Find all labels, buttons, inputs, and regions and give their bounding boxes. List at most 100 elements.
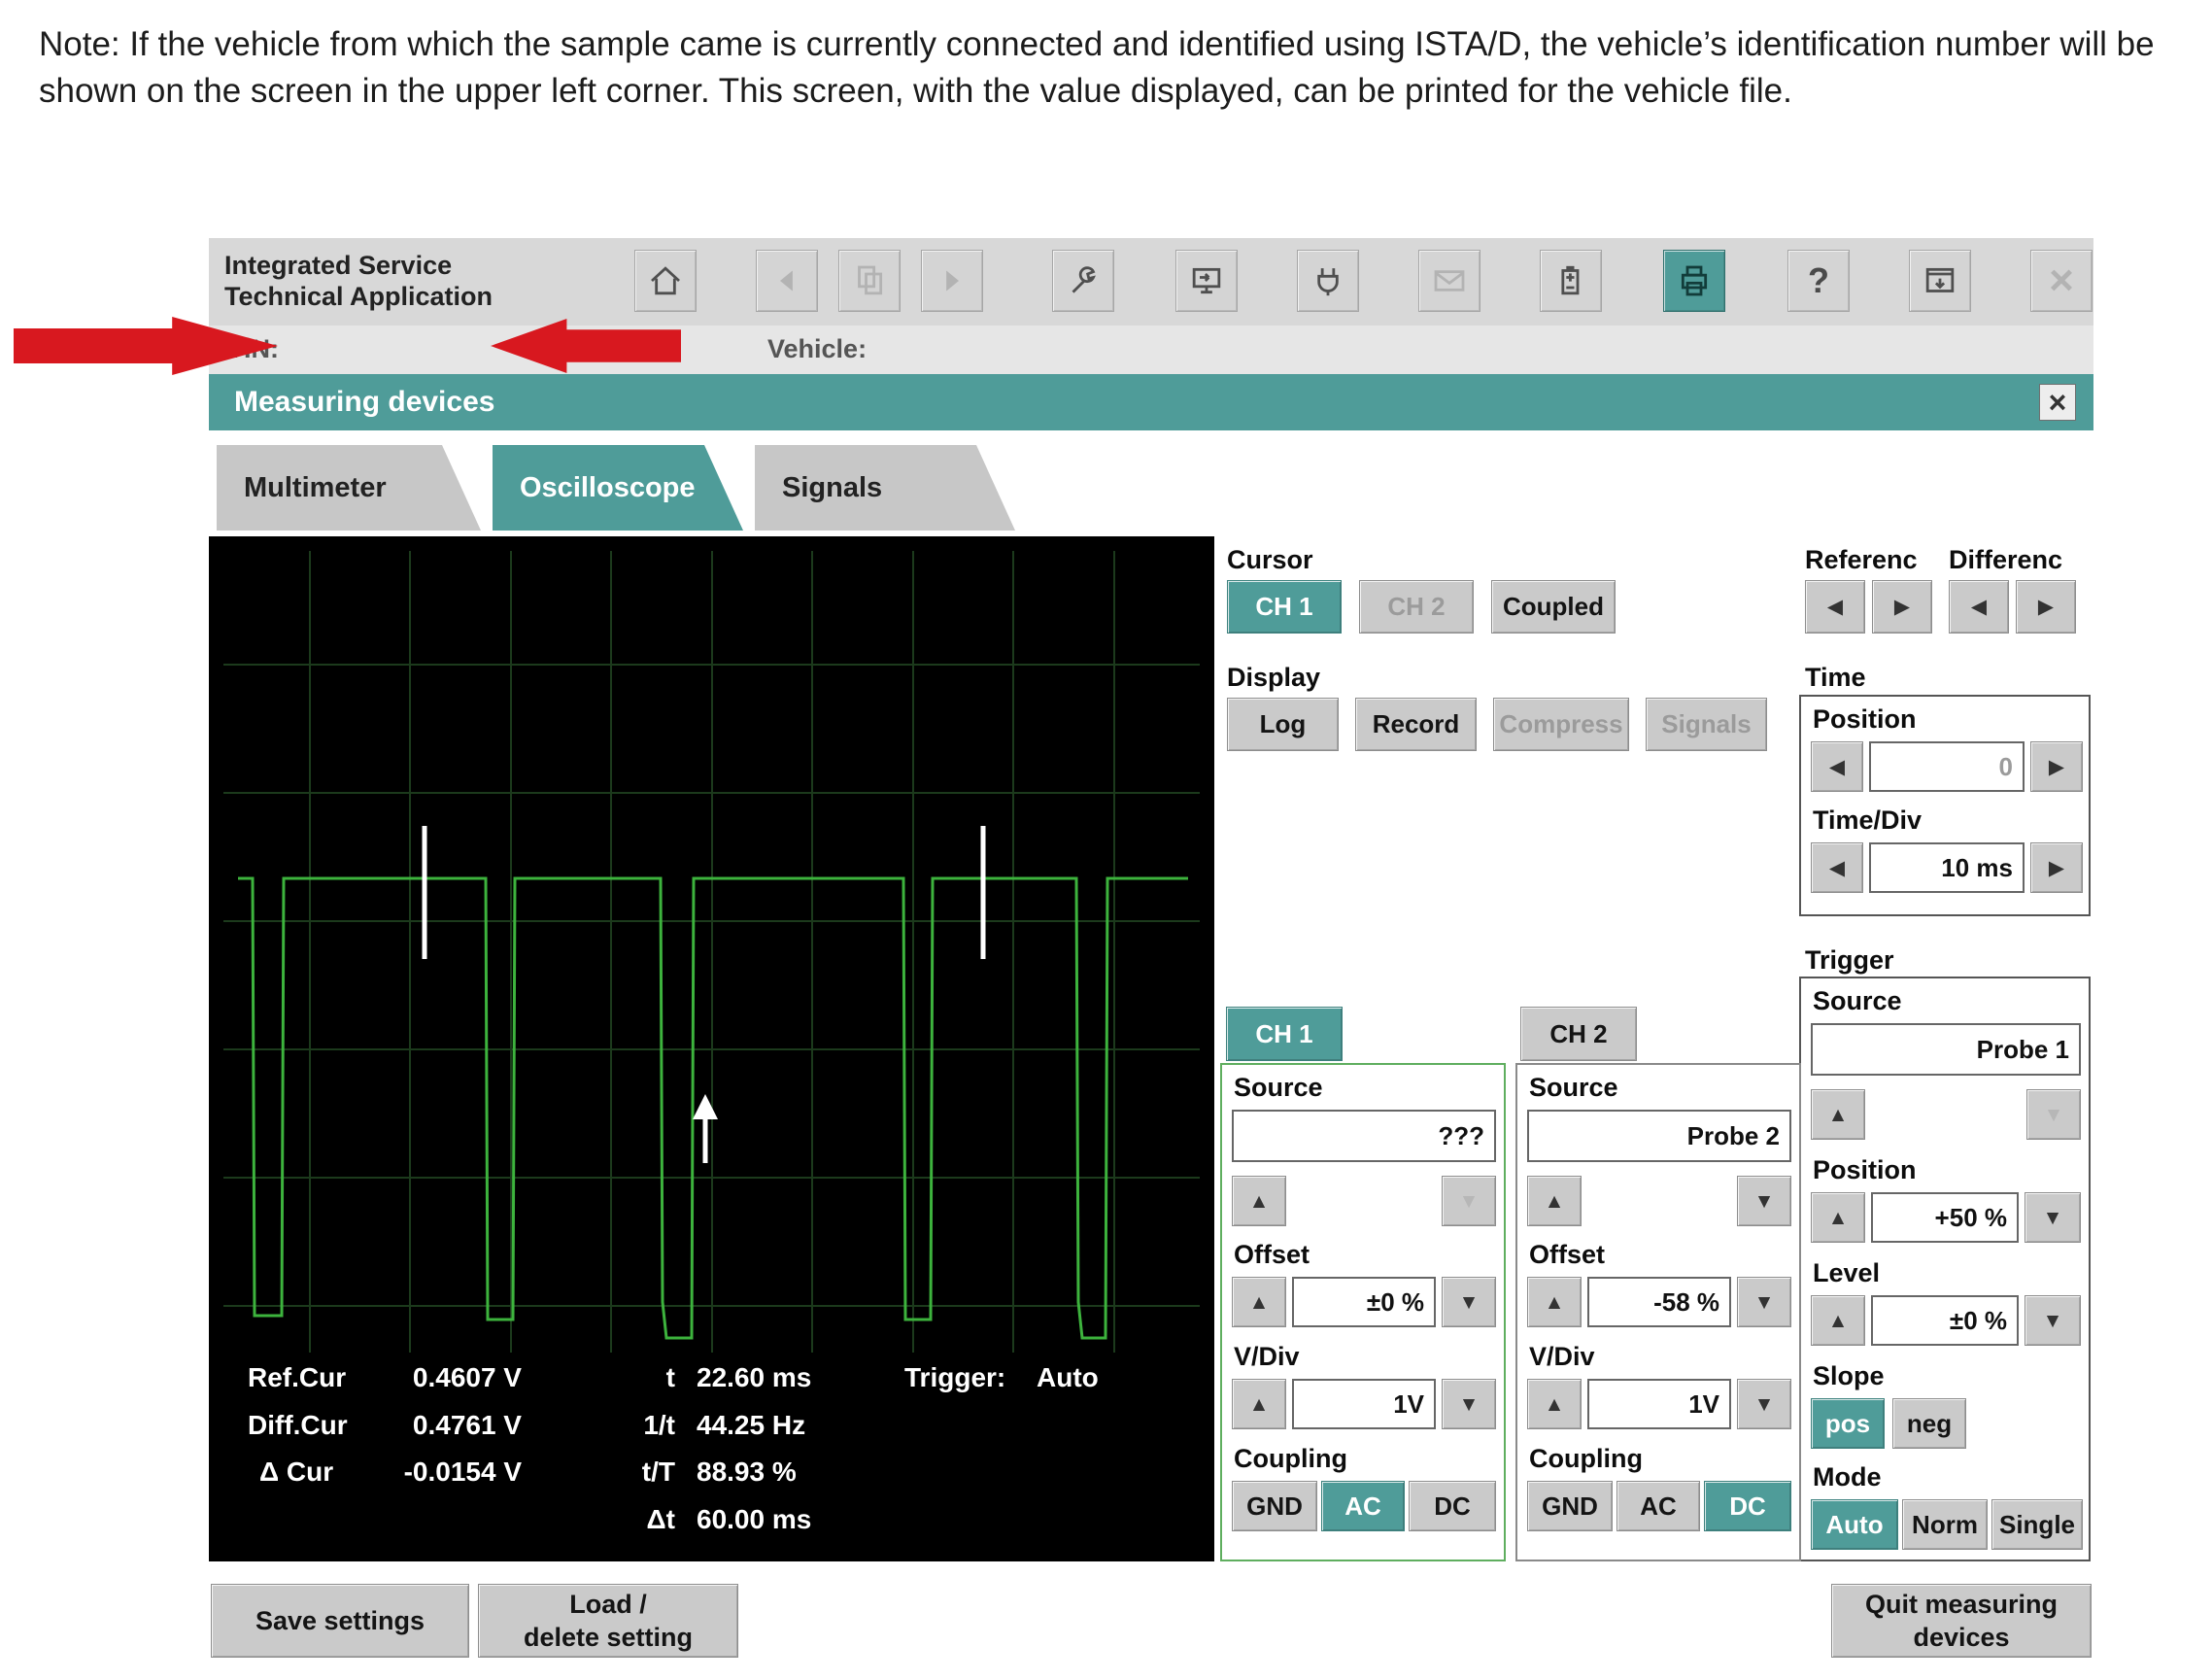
ch1-offset-label: Offset — [1234, 1240, 1310, 1270]
channel-1-tab-label: CH 1 — [1255, 1019, 1312, 1049]
trigger-mode-single-button[interactable]: Single — [1991, 1499, 2083, 1550]
ch1-coupling-dc-button[interactable]: DC — [1409, 1481, 1496, 1531]
down-arrow-icon: ▼ — [1459, 1292, 1480, 1313]
ch2-offset-down-button[interactable]: ▼ — [1737, 1277, 1791, 1327]
connector-button[interactable] — [1297, 250, 1359, 312]
ch1-vdiv-label: V/Div — [1234, 1342, 1300, 1372]
slope-pos-label: pos — [1825, 1409, 1870, 1439]
ch2-source-up-button[interactable]: ▲ — [1527, 1176, 1582, 1226]
time-position-decrease-button[interactable]: ◀ — [1811, 741, 1863, 792]
tab-multimeter-label: Multimeter — [244, 472, 387, 504]
mode-auto-label: Auto — [1825, 1510, 1883, 1540]
ch1-coupling-ac-button[interactable]: AC — [1321, 1481, 1405, 1531]
printer-icon — [1674, 260, 1715, 301]
ch2-vdiv-value: 1V — [1688, 1389, 1719, 1420]
ch1-source-field[interactable]: ??? — [1232, 1110, 1496, 1162]
home-button[interactable] — [634, 250, 697, 312]
left-arrow-icon: ◀ — [1827, 597, 1843, 617]
battery-button[interactable] — [1540, 250, 1602, 312]
difference-label: Differenc — [1949, 545, 2062, 575]
time-div-decrease-button[interactable]: ◀ — [1811, 842, 1863, 893]
reference-prev-button[interactable]: ◀ — [1805, 580, 1865, 634]
time-div-label: Time/Div — [1813, 806, 1922, 836]
ch1-coupling-gnd-button[interactable]: GND — [1232, 1481, 1317, 1531]
difference-next-button[interactable]: ▶ — [2016, 580, 2076, 634]
ch1-offset-down-button[interactable]: ▼ — [1442, 1277, 1496, 1327]
ch1-offset-up-button[interactable]: ▲ — [1232, 1277, 1286, 1327]
print-button[interactable] — [1663, 250, 1725, 312]
right-arrow-icon: ▶ — [2038, 597, 2054, 617]
cursor-coupled-button[interactable]: Coupled — [1491, 580, 1616, 634]
channel-1-tab[interactable]: CH 1 — [1226, 1007, 1343, 1061]
reading-value: 0.4761 V — [316, 1410, 522, 1441]
ch2-offset-up-button[interactable]: ▲ — [1527, 1277, 1582, 1327]
close-icon: × — [2049, 385, 2067, 421]
forward-button — [921, 250, 983, 312]
tab-oscilloscope[interactable]: Oscilloscope — [493, 445, 743, 531]
app-title-line1: Integrated Service — [224, 250, 493, 281]
trigger-position-up-button[interactable]: ▲ — [1811, 1192, 1865, 1243]
ch2-coupling-dc-button[interactable]: DC — [1704, 1481, 1791, 1531]
ch2-vdiv-label: V/Div — [1529, 1342, 1595, 1372]
trigger-position-down-button[interactable]: ▼ — [2025, 1192, 2081, 1243]
tab-multimeter[interactable]: Multimeter — [217, 445, 481, 531]
minimize-window-button[interactable] — [1909, 250, 1971, 312]
cursor-ch1-button[interactable]: CH 1 — [1227, 580, 1342, 634]
workshop-wrench-button[interactable] — [1052, 250, 1114, 312]
trigger-slope-pos-button[interactable]: pos — [1811, 1398, 1885, 1449]
display-switch-button[interactable] — [1175, 250, 1238, 312]
ch1-vdiv-up-button[interactable]: ▲ — [1232, 1379, 1286, 1429]
trigger-level-value: ±0 % — [1950, 1306, 2007, 1336]
left-arrow-icon: ◀ — [1829, 757, 1845, 777]
cursor-ch2-button[interactable]: CH 2 — [1359, 580, 1474, 634]
time-div-increase-button[interactable]: ▶ — [2030, 842, 2083, 893]
wrench-icon — [1063, 260, 1104, 301]
cursor-section-title: Cursor — [1227, 545, 1313, 575]
display-signals-button: Signals — [1646, 698, 1767, 751]
measuring-close-button[interactable]: × — [2039, 384, 2076, 421]
trigger-section-title: Trigger — [1805, 945, 1894, 976]
trigger-level-field: ±0 % — [1871, 1295, 2019, 1346]
up-arrow-icon: ▲ — [1249, 1292, 1270, 1313]
trigger-level-down-button[interactable]: ▼ — [2025, 1295, 2081, 1346]
ch2-coupling-gnd-button[interactable]: GND — [1527, 1481, 1613, 1531]
ch1-source-up-button[interactable]: ▲ — [1232, 1176, 1286, 1226]
difference-prev-button[interactable]: ◀ — [1949, 580, 2009, 634]
trigger-source-up-button[interactable]: ▲ — [1811, 1089, 1865, 1140]
mail-button — [1418, 250, 1480, 312]
display-record-button[interactable]: Record — [1355, 698, 1477, 751]
battery-icon — [1550, 260, 1591, 301]
channel-2-tab[interactable]: CH 2 — [1520, 1007, 1637, 1061]
save-settings-button[interactable]: Save settings — [211, 1584, 469, 1658]
ch1-vdiv-down-button[interactable]: ▼ — [1442, 1379, 1496, 1429]
display-log-button[interactable]: Log — [1227, 698, 1339, 751]
up-arrow-icon: ▲ — [1828, 1311, 1849, 1331]
down-arrow-icon: ▼ — [1459, 1394, 1480, 1415]
trigger-mode-auto-button[interactable]: Auto — [1811, 1499, 1898, 1550]
ch1-gnd-label: GND — [1246, 1491, 1303, 1522]
time-value: 88.93 % — [697, 1457, 797, 1488]
trigger-mode-norm-button[interactable]: Norm — [1902, 1499, 1988, 1550]
help-button[interactable]: ? — [1787, 250, 1850, 312]
reference-next-button[interactable]: ▶ — [1872, 580, 1932, 634]
ch2-source-field[interactable]: Probe 2 — [1527, 1110, 1791, 1162]
ch2-vdiv-up-button[interactable]: ▲ — [1527, 1379, 1582, 1429]
ch2-vdiv-down-button[interactable]: ▼ — [1737, 1379, 1791, 1429]
time-position-increase-button[interactable]: ▶ — [2030, 741, 2083, 792]
time-div-value: 10 ms — [1941, 853, 2013, 883]
quit-measuring-devices-button[interactable]: Quit measuring devices — [1831, 1584, 2092, 1658]
plug-icon — [1308, 260, 1348, 301]
trigger-slope-neg-button[interactable]: neg — [1892, 1398, 1966, 1449]
trigger-position-value: +50 % — [1935, 1203, 2007, 1233]
time-value: 60.00 ms — [697, 1504, 811, 1535]
ch1-vdiv-field: 1V — [1292, 1379, 1436, 1429]
load-delete-setting-button[interactable]: Load / delete setting — [478, 1584, 738, 1658]
trigger-source-field[interactable]: Probe 1 — [1811, 1023, 2081, 1076]
tab-signals[interactable]: Signals — [755, 445, 1015, 531]
channel-2-panel: Source Probe 2 ▲ ▼ Offset ▲ -58 % ▼ V/Di… — [1515, 1063, 1801, 1561]
ch2-source-down-button[interactable]: ▼ — [1737, 1176, 1791, 1226]
forward-icon — [932, 260, 972, 301]
ch2-offset-field: -58 % — [1587, 1277, 1731, 1327]
trigger-level-up-button[interactable]: ▲ — [1811, 1295, 1865, 1346]
ch2-coupling-ac-button[interactable]: AC — [1616, 1481, 1700, 1531]
